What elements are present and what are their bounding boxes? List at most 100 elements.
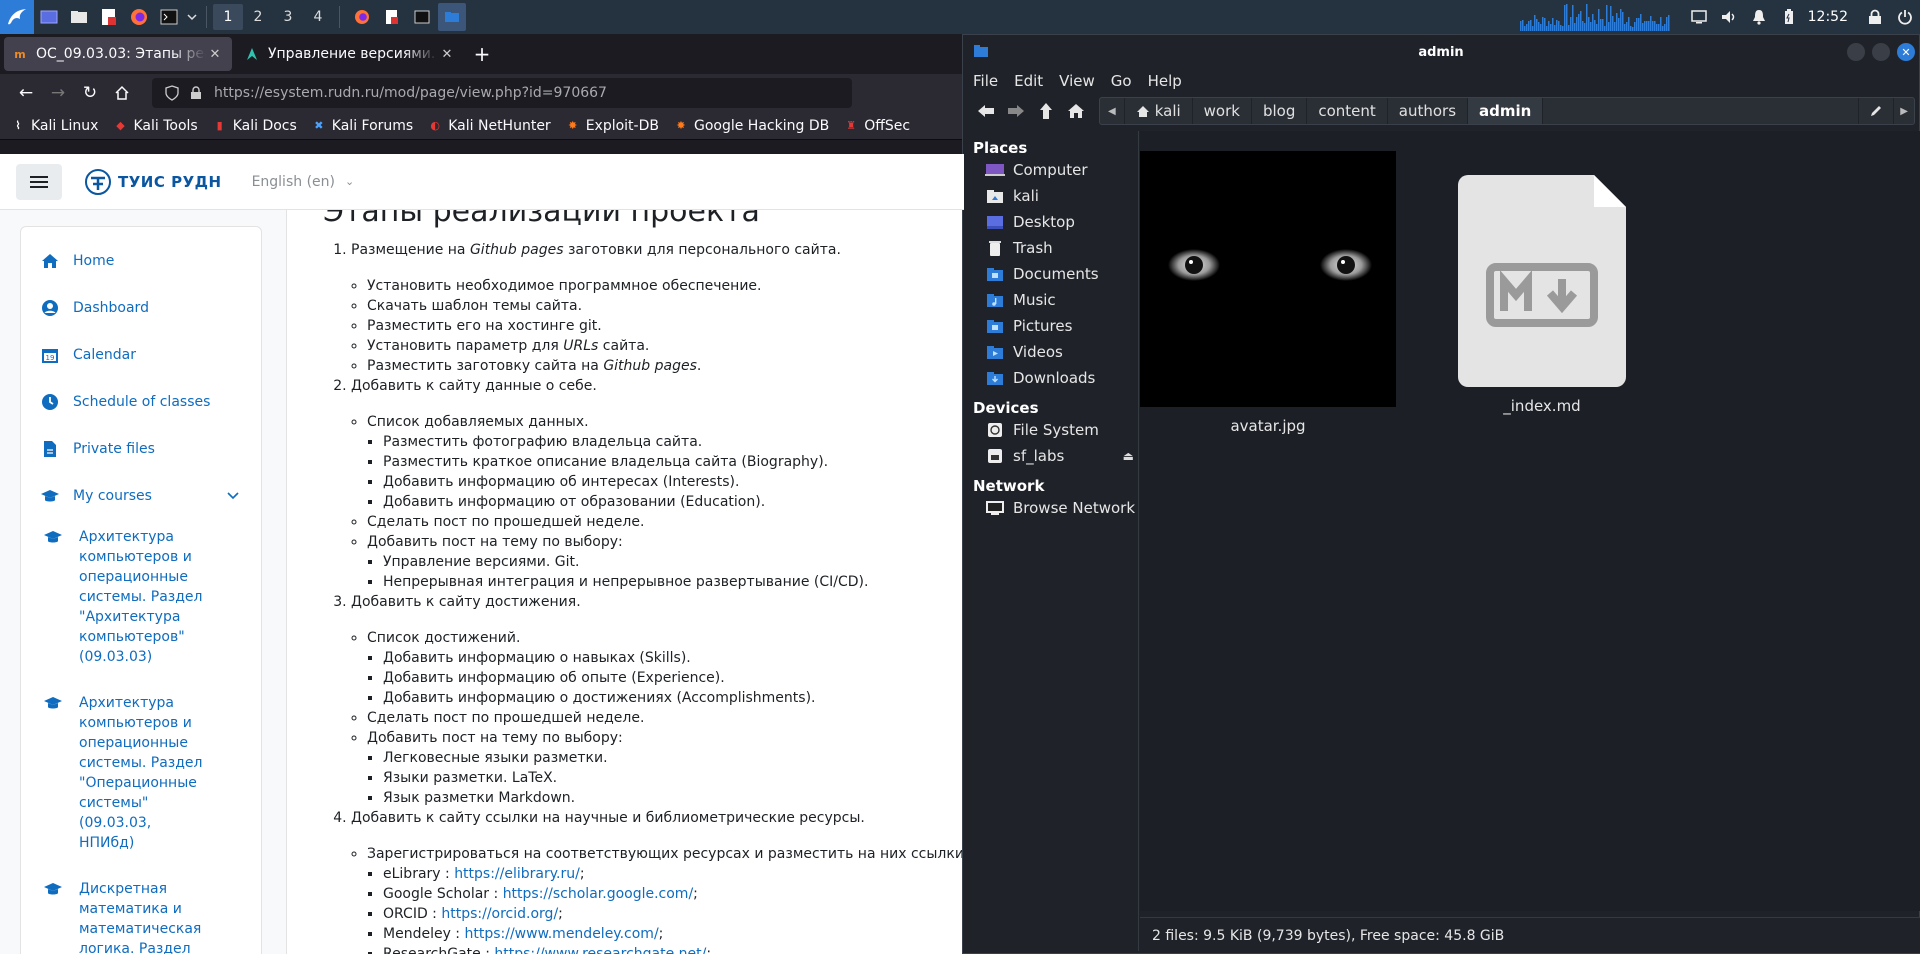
nav-home[interactable]: Home (21, 237, 261, 284)
notifications-bell-icon[interactable] (1744, 0, 1774, 34)
course-item[interactable]: Архитектура компьютеров и операционные с… (21, 519, 261, 677)
bookmark-kali-forums[interactable]: ✖ Kali Forums (311, 118, 413, 134)
place-pictures[interactable]: Pictures (963, 313, 1138, 339)
battery-icon[interactable] (1774, 0, 1804, 34)
device-sf-labs[interactable]: sf_labs ⏏ (963, 443, 1138, 469)
eject-icon[interactable]: ⏏ (1123, 449, 1134, 463)
breadcrumb-authors[interactable]: authors (1388, 98, 1469, 124)
place-videos[interactable]: Videos (963, 339, 1138, 365)
breadcrumb-content[interactable]: content (1307, 98, 1388, 124)
resource-link[interactable]: https://www.researchgate.net/ (494, 946, 706, 954)
bookmark-exploit-db[interactable]: ✸ Exploit-DB (565, 118, 659, 134)
url-bar[interactable]: https://esystem.rudn.ru/mod/page/view.ph… (152, 78, 852, 108)
close-button[interactable]: ✕ (1897, 43, 1915, 61)
taskbar-terminal-window[interactable] (408, 3, 436, 31)
nav-private-files[interactable]: Private files (21, 425, 261, 472)
taskbar-filemanager-window[interactable] (438, 3, 466, 31)
file-item-avatar[interactable]: avatar.jpg (1140, 151, 1396, 435)
breadcrumb-blog[interactable]: blog (1252, 98, 1308, 124)
bookmark-offsec[interactable]: ♜ OffSec (843, 118, 910, 134)
menu-go[interactable]: Go (1111, 72, 1132, 90)
nav-schedule[interactable]: Schedule of classes (21, 378, 261, 425)
place-trash[interactable]: Trash (963, 235, 1138, 261)
course-title[interactable]: Дискретная математика и математическая л… (79, 879, 209, 954)
tab-close-icon[interactable]: ✕ (206, 47, 224, 62)
nav-dashboard[interactable]: Dashboard (21, 284, 261, 331)
bookmark-kali-tools[interactable]: ◆ Kali Tools (112, 118, 197, 134)
text-editor-icon[interactable] (94, 0, 124, 34)
breadcrumb-work[interactable]: work (1193, 98, 1252, 124)
workspace-3[interactable]: 3 (273, 4, 303, 30)
forward-arrow-icon[interactable]: → (42, 77, 74, 109)
chevron-down-icon[interactable] (227, 491, 239, 500)
course-item[interactable]: Дискретная математика и математическая л… (21, 863, 261, 954)
resource-link[interactable]: https://elibrary.ru/ (454, 866, 580, 882)
workspace-4[interactable]: 4 (303, 4, 333, 30)
breadcrumb-admin[interactable]: admin (1468, 98, 1544, 124)
shield-icon[interactable] (160, 83, 184, 103)
maximize-button[interactable] (1872, 43, 1890, 61)
home-icon[interactable] (1061, 96, 1091, 126)
show-desktop-icon[interactable] (34, 0, 64, 34)
firefox-icon[interactable] (124, 0, 154, 34)
forward-arrow-icon[interactable] (1001, 96, 1031, 126)
tab-version-control[interactable]: Управление версиями. G ✕ (236, 37, 464, 71)
power-icon[interactable] (1890, 0, 1920, 34)
drawer-toggle-hamburger-icon[interactable] (16, 163, 62, 200)
taskbar-firefox-window[interactable] (348, 3, 376, 31)
tab-close-icon[interactable]: ✕ (438, 47, 456, 62)
resource-link[interactable]: https://orcid.org/ (441, 906, 558, 922)
device-file-system[interactable]: File System (963, 417, 1138, 443)
bookmark-kali-linux[interactable]: ⌇ Kali Linux (10, 118, 98, 134)
terminal-icon[interactable] (154, 0, 184, 34)
nav-calendar[interactable]: 19 Calendar (21, 331, 261, 378)
file-manager-icon[interactable] (64, 0, 94, 34)
reload-icon[interactable]: ↻ (74, 77, 106, 109)
language-selector[interactable]: English (en) ⌄ (252, 174, 355, 190)
breadcrumb-scroll-left-icon[interactable]: ◀ (1100, 98, 1125, 124)
back-arrow-icon[interactable]: ← (10, 77, 42, 109)
place-documents[interactable]: Documents (963, 261, 1138, 287)
course-title[interactable]: Архитектура компьютеров и операционные с… (79, 527, 209, 667)
up-arrow-icon[interactable] (1031, 96, 1061, 126)
terminal-dropdown-chevron-icon[interactable] (184, 0, 200, 34)
site-logo[interactable]: ТУИС РУДН (84, 168, 222, 196)
edit-path-pencil-icon[interactable] (1858, 98, 1893, 124)
place-desktop[interactable]: Desktop (963, 209, 1138, 235)
lock-icon[interactable] (184, 83, 208, 103)
home-icon[interactable] (106, 77, 138, 109)
minimize-button[interactable] (1847, 43, 1865, 61)
menu-help[interactable]: Help (1148, 72, 1182, 90)
place-music[interactable]: Music (963, 287, 1138, 313)
window-titlebar[interactable]: admin ✕ (963, 35, 1919, 69)
lock-screen-icon[interactable] (1860, 0, 1890, 34)
bookmark-kali-nethunter[interactable]: ◐ Kali NetHunter (427, 118, 550, 134)
menu-edit[interactable]: Edit (1014, 72, 1043, 90)
place-computer[interactable]: Computer (963, 157, 1138, 183)
workspace-2[interactable]: 2 (243, 4, 273, 30)
bookmark-kali-docs[interactable]: ▮ Kali Docs (212, 118, 297, 134)
kali-menu-button[interactable] (0, 0, 34, 34)
breadcrumb-kali[interactable]: kali (1125, 98, 1193, 124)
taskbar-editor-window[interactable] (378, 3, 406, 31)
breadcrumb-scroll-right-icon[interactable]: ▶ (1893, 98, 1914, 124)
place-downloads[interactable]: Downloads (963, 365, 1138, 391)
course-item[interactable]: Архитектура компьютеров и операционные с… (21, 677, 261, 863)
browse-network[interactable]: Browse Network (963, 495, 1138, 521)
clock[interactable]: 12:52 (1804, 9, 1860, 25)
resource-link[interactable]: https://www.mendeley.com/ (464, 926, 658, 942)
display-icon[interactable] (1684, 0, 1714, 34)
nav-my-courses[interactable]: My courses (21, 472, 261, 519)
file-item-index-md[interactable]: _index.md (1414, 175, 1670, 415)
back-arrow-icon[interactable] (971, 96, 1001, 126)
menu-file[interactable]: File (973, 72, 998, 90)
bookmark-google-hacking-db[interactable]: ✸ Google Hacking DB (673, 118, 829, 134)
course-title[interactable]: Архитектура компьютеров и операционные с… (79, 693, 209, 853)
volume-icon[interactable] (1714, 0, 1744, 34)
tab-os-project-stages[interactable]: m ОС_09.03.03: Этапы реали ✕ (4, 37, 232, 71)
workspace-1[interactable]: 1 (213, 4, 243, 30)
place-kali[interactable]: kali (963, 183, 1138, 209)
menu-view[interactable]: View (1059, 72, 1095, 90)
resource-link[interactable]: https://scholar.google.com/ (503, 886, 693, 902)
new-tab-plus-icon[interactable]: + (468, 40, 496, 68)
